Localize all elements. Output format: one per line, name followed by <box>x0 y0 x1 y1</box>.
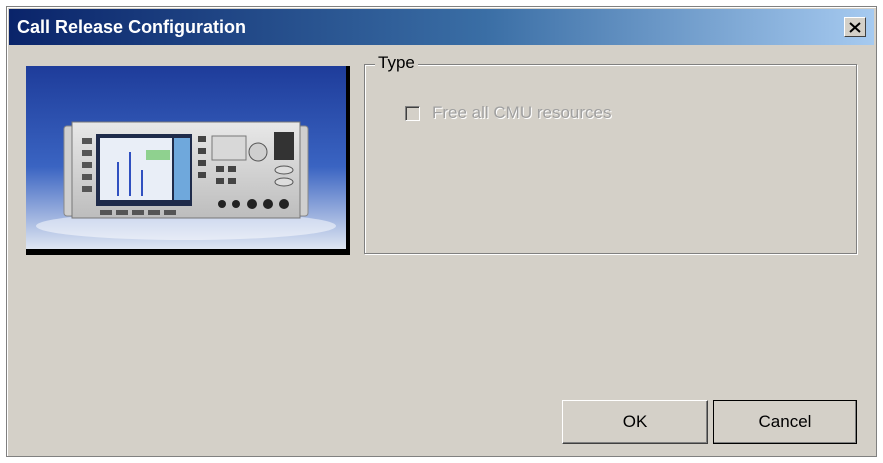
cancel-button-label: Cancel <box>758 412 812 431</box>
close-icon <box>849 9 861 45</box>
free-resources-option: Free all CMU resources <box>405 103 612 123</box>
dialog-title: Call Release Configuration <box>17 17 247 37</box>
free-resources-checkbox[interactable] <box>405 105 420 121</box>
close-button[interactable] <box>844 17 866 37</box>
type-group-legend: Type <box>375 53 418 73</box>
instrument-photo <box>26 66 350 255</box>
ok-button-label: OK <box>622 412 648 431</box>
cancel-button[interactable]: Cancel <box>713 400 857 444</box>
title-bar[interactable]: Call Release Configuration <box>9 9 874 45</box>
type-groupbox: Type Free all CMU resources <box>364 53 857 254</box>
free-resources-label: Free all CMU resources <box>432 103 612 122</box>
ok-button[interactable]: OK <box>562 400 708 444</box>
